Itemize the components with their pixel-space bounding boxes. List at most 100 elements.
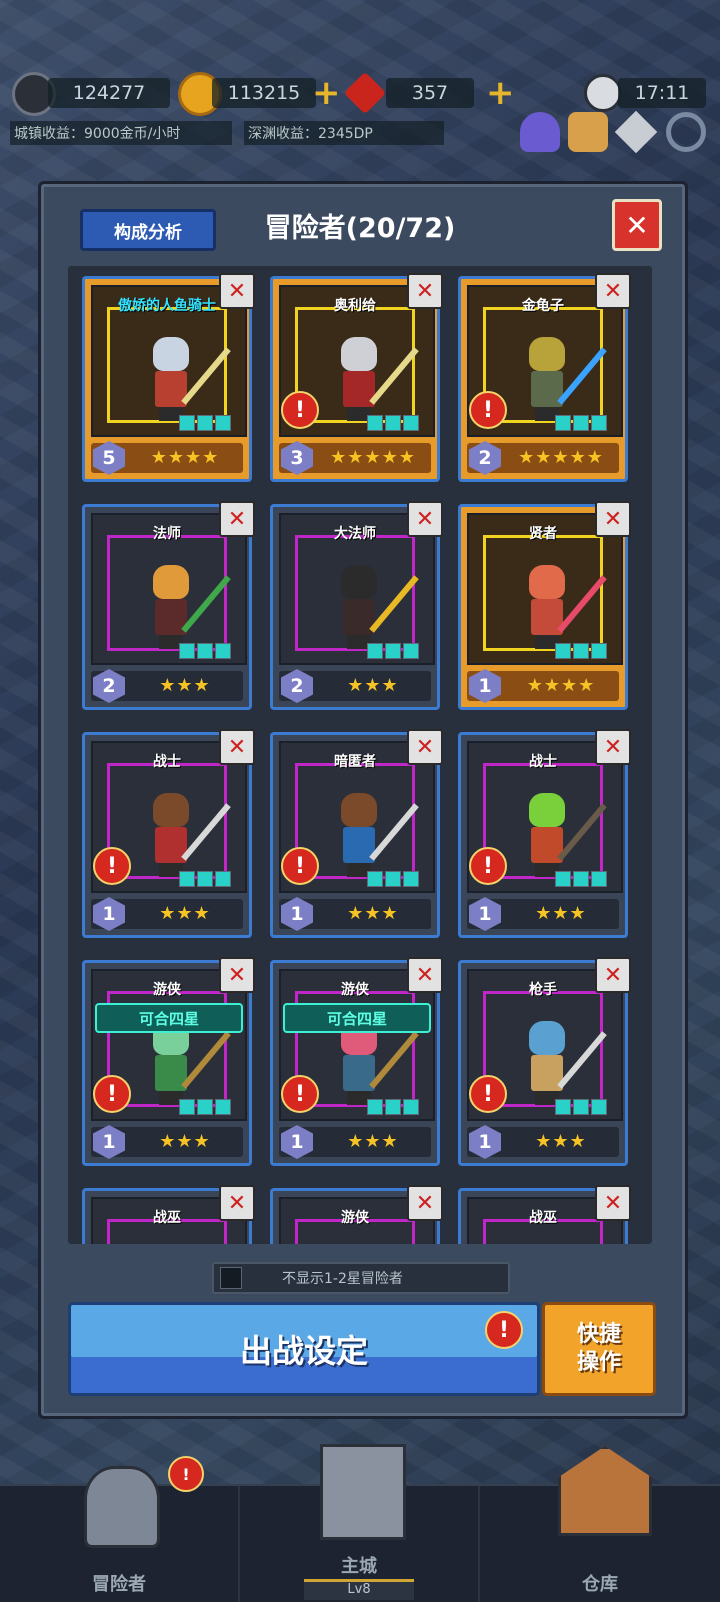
equipment-slots xyxy=(367,1099,419,1115)
adventurer-card[interactable]: 游侠 ✕ 可合四星! 1 ★★★ xyxy=(82,957,255,1166)
remove-x-icon[interactable]: ✕ xyxy=(219,957,255,993)
adventurer-card[interactable]: 战巫 ✕ xyxy=(458,1185,631,1244)
squid-icon[interactable] xyxy=(520,112,560,152)
hero-sprite xyxy=(517,559,607,651)
adventurer-card[interactable]: 金龟子 ✕! 2 ★★★★★ xyxy=(458,273,631,482)
card-footer: 3 ★★★★★ xyxy=(279,441,431,475)
remove-x-icon[interactable]: ✕ xyxy=(595,501,631,537)
adventurer-card[interactable]: 奥利给 ✕! 3 ★★★★★ xyxy=(270,273,443,482)
remove-x-icon[interactable]: ✕ xyxy=(219,1185,255,1221)
adventurer-card[interactable]: 战士 ✕! 1 ★★★ xyxy=(458,729,631,938)
remove-x-icon[interactable]: ✕ xyxy=(595,729,631,765)
hero-sprite xyxy=(329,331,419,423)
quick-action-label: 快捷操作 xyxy=(576,1322,621,1375)
gold-counter: 113215 xyxy=(212,78,316,108)
card-footer: 1 ★★★ xyxy=(467,1125,619,1159)
add-gem-icon[interactable]: + xyxy=(486,76,515,110)
remove-x-icon[interactable]: ✕ xyxy=(219,729,255,765)
alert-icon: ! xyxy=(469,847,507,885)
main-city-level: Lv8 xyxy=(304,1579,414,1600)
adventurer-card[interactable]: 枪手 ✕! 1 ★★★ xyxy=(458,957,631,1166)
adventurer-level: 2 xyxy=(281,669,313,703)
remove-x-icon[interactable]: ✕ xyxy=(407,501,443,537)
remove-x-icon[interactable]: ✕ xyxy=(595,957,631,993)
add-gold-icon[interactable]: + xyxy=(312,76,341,110)
adventurer-level: 2 xyxy=(469,441,501,475)
tab-adventurers[interactable]: ! 冒险者 xyxy=(0,1456,240,1602)
alert-icon: ! xyxy=(93,847,131,885)
filter-label: 不显示1-2星冒险者 xyxy=(282,1271,403,1287)
adventurer-card[interactable]: 暗匿者 ✕! 1 ★★★ xyxy=(270,729,443,938)
adventurer-grid[interactable]: 傲娇的人鱼骑士 ✕ 5 ★★★★ 奥利给 ✕! 3 ★★★★★ 金龟子 ✕! 2 ★★★★★ 法师 ✕ 2 ★… xyxy=(68,266,652,1244)
adventurer-level: 1 xyxy=(281,897,313,931)
adventurer-card[interactable]: 游侠 ✕ 可合四星! 1 ★★★ xyxy=(270,957,443,1166)
tab-warehouse[interactable]: 仓库 xyxy=(480,1446,720,1602)
battle-setup-label: 出战设定 xyxy=(239,1332,368,1370)
close-button[interactable]: ✕ xyxy=(612,199,662,251)
card-footer: 5 ★★★★ xyxy=(91,441,243,475)
adventurer-card[interactable]: 法师 ✕ 2 ★★★ xyxy=(82,501,255,710)
adventurer-level: 1 xyxy=(281,1125,313,1159)
card-footer: 1 ★★★ xyxy=(279,1125,431,1159)
adventurer-card[interactable]: 游侠 ✕ xyxy=(270,1185,443,1244)
remove-x-icon[interactable]: ✕ xyxy=(407,729,443,765)
weapon-slot-icon xyxy=(179,415,195,431)
equipment-slots xyxy=(179,1099,231,1115)
weapon-slot-icon xyxy=(555,1099,571,1115)
boots-slot-icon xyxy=(403,415,419,431)
remove-x-icon[interactable]: ✕ xyxy=(595,1185,631,1221)
adventurer-card[interactable]: 贤者 ✕ 1 ★★★★ xyxy=(458,501,631,710)
equipment-slots xyxy=(555,643,607,659)
bag-icon[interactable] xyxy=(568,112,608,152)
equipment-slots xyxy=(179,871,231,887)
boots-slot-icon xyxy=(403,1099,419,1115)
weapon-slot-icon xyxy=(179,871,195,887)
card-footer: 1 ★★★ xyxy=(91,1125,243,1159)
remove-x-icon[interactable]: ✕ xyxy=(407,273,443,309)
castle-icon xyxy=(320,1444,406,1540)
armor-slot-icon xyxy=(197,415,213,431)
star-rating: ★★★ xyxy=(347,1131,399,1152)
filter-checkbox[interactable] xyxy=(220,1267,242,1289)
battle-setup-button[interactable]: 出战设定 ! xyxy=(68,1302,540,1396)
boots-slot-icon xyxy=(403,643,419,659)
adventurer-level: 1 xyxy=(469,1125,501,1159)
remove-x-icon[interactable]: ✕ xyxy=(219,273,255,309)
composition-analysis-button[interactable]: 构成分析 xyxy=(80,209,216,251)
weapon-slot-icon xyxy=(179,1099,195,1115)
abyss-income: 深渊收益：2345DP xyxy=(244,121,444,145)
card-footer: 1 ★★★ xyxy=(467,897,619,931)
equipment-slots xyxy=(555,1099,607,1115)
star-rating: ★★★★★ xyxy=(518,447,604,468)
dp-counter: 124277 xyxy=(48,78,170,108)
remove-x-icon[interactable]: ✕ xyxy=(407,1185,443,1221)
weapon-slot-icon xyxy=(555,643,571,659)
armor-slot-icon xyxy=(385,643,401,659)
adventurer-card[interactable]: 战士 ✕! 1 ★★★ xyxy=(82,729,255,938)
adventurer-card[interactable]: 傲娇的人鱼骑士 ✕ 5 ★★★★ xyxy=(82,273,255,482)
card-footer: 2 ★★★ xyxy=(279,669,431,703)
equipment-slots xyxy=(555,415,607,431)
tab-main-city[interactable]: 主城 Lv8 xyxy=(240,1444,480,1602)
tab-main-city-label: 主城 xyxy=(341,1556,377,1577)
remove-x-icon[interactable]: ✕ xyxy=(407,957,443,993)
town-income: 城镇收益：9000金币/小时 xyxy=(10,121,232,145)
remove-x-icon[interactable]: ✕ xyxy=(219,501,255,537)
hero-sprite xyxy=(141,331,231,423)
boots-slot-icon xyxy=(591,1099,607,1115)
quick-action-button[interactable]: 快捷操作 xyxy=(542,1302,656,1396)
remove-x-icon[interactable]: ✕ xyxy=(595,273,631,309)
adventurer-card[interactable]: 战巫 ✕ xyxy=(82,1185,255,1244)
hero-sprite xyxy=(517,1015,607,1107)
equipment-slots xyxy=(367,415,419,431)
filter-toggle[interactable]: 不显示1-2星冒险者 xyxy=(212,1262,510,1294)
equipment-slots xyxy=(179,415,231,431)
weapon-slot-icon xyxy=(367,1099,383,1115)
armor-slot-icon xyxy=(197,643,213,659)
adventurer-card[interactable]: 大法师 ✕ 2 ★★★ xyxy=(270,501,443,710)
battle-alert-icon: ! xyxy=(485,1311,523,1349)
card-footer: 1 ★★★★ xyxy=(467,669,619,703)
adventurer-level: 2 xyxy=(93,669,125,703)
gear-icon[interactable] xyxy=(666,112,706,152)
boots-slot-icon xyxy=(215,871,231,887)
